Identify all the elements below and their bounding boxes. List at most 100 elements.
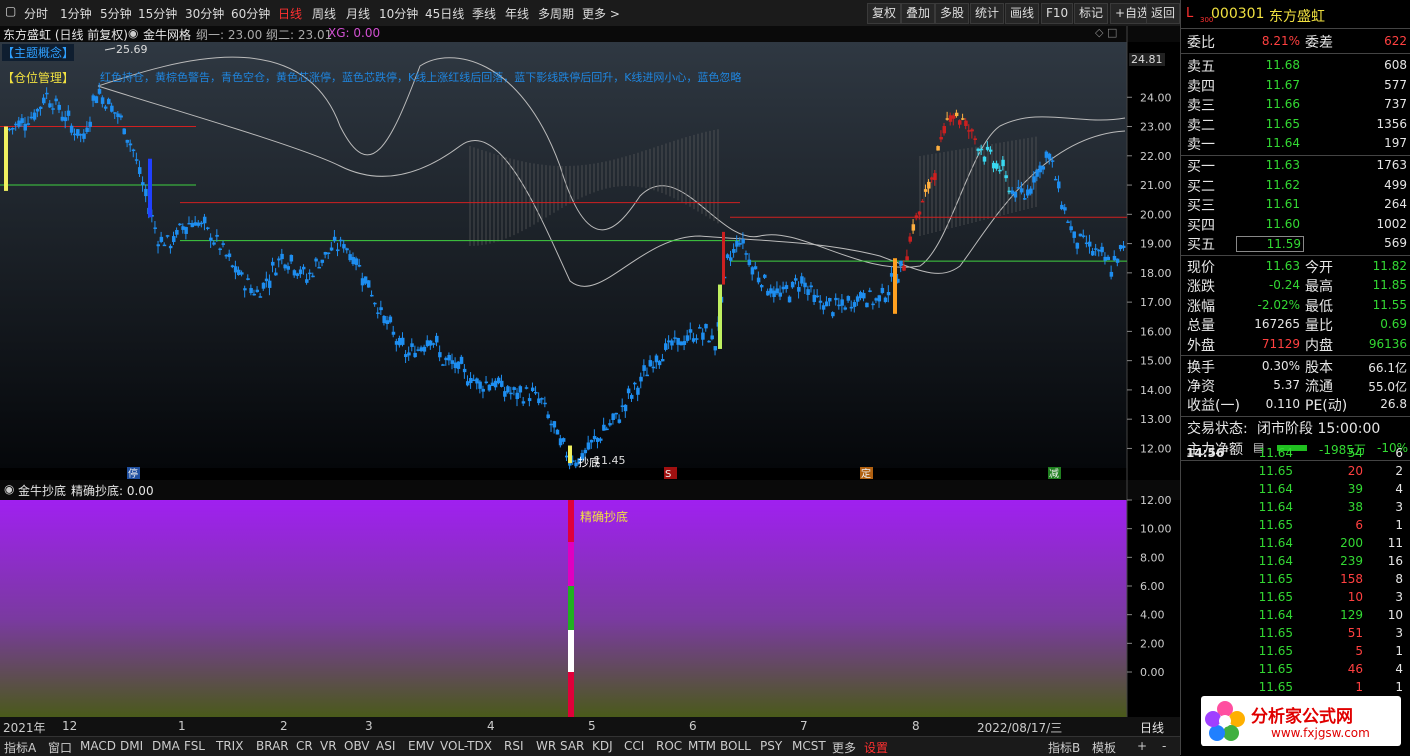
indicator-tab[interactable]: MTM [688,739,716,753]
candle-body [759,285,764,288]
candle-body [592,435,597,440]
indicator-tab[interactable]: CR [296,739,313,753]
price-tick-label: 12.00 [1140,442,1172,455]
period-tab[interactable]: 分时 [24,5,48,22]
signal-bar [568,500,574,717]
quote-label: 现价 [1187,260,1215,276]
candle-body [846,296,851,301]
period-tab[interactable]: 季线 [472,5,496,22]
time-axis-label: 12 [62,719,78,733]
toolbar-button[interactable]: F10 [1041,3,1074,24]
candle-body [954,112,959,117]
candle-body [837,304,841,307]
indicator-tab[interactable]: TRIX [216,739,243,753]
period-tab[interactable]: 日线 [278,5,302,22]
indicator-tab[interactable]: ROC [656,739,682,753]
sub-toggle-icon[interactable]: ◉ [4,482,14,496]
indicator-tab[interactable]: FSL [184,739,205,753]
position-management-tag[interactable]: 【仓位管理】 [2,69,74,86]
menu-icon[interactable]: ▢ [5,4,16,18]
quote-panel: L 300 000301 东方盛虹 委比 8.21% 委差 622 卖五 11.68 608… [1180,0,1410,755]
indicator-tab[interactable]: 设置 [864,739,888,756]
candle-body [911,224,916,231]
candle-body [82,133,86,139]
candle-body [778,292,783,297]
indicator-tab[interactable]: 指标A [4,739,36,756]
indicator-tab[interactable]: CCI [624,739,644,753]
candle-body [964,120,968,126]
tick-volume: 158 [1340,572,1363,586]
toolbar-button[interactable]: 画线 [1005,3,1040,24]
period-tab[interactable]: 5分钟 [100,5,132,22]
period-tab[interactable]: 月线 [346,5,370,22]
candle-body [487,384,492,391]
candle-body [447,355,451,361]
period-tab[interactable]: 30分钟 [185,5,224,22]
period-tab[interactable]: 60分钟 [231,5,270,22]
candle-body [38,106,43,109]
period-label[interactable]: 日线 [1140,719,1164,736]
period-tab[interactable]: 15分钟 [138,5,177,22]
indicator-tab[interactable]: RSI [504,739,524,753]
tick-price: 11.64 [1258,554,1293,568]
period-tab[interactable]: 1分钟 [60,5,92,22]
kline-svg[interactable]: 24.00 23.00 22.00 21.00 20.00 19.00 18.00 17.00… [0,26,1180,480]
indicator-tab[interactable]: VOL-TDX [440,739,492,753]
stock-name[interactable]: 东方盛虹 [1269,6,1325,26]
tick-volume: 239 [1340,554,1363,568]
candle-body [1103,256,1107,261]
candle-body [877,295,882,302]
quote-label: 最高 [1305,279,1333,296]
indicator-tab[interactable]: DMA [152,739,180,753]
candle-body [144,188,148,197]
candle-body [116,113,120,117]
indicator-tab[interactable]: BRAR [256,739,289,753]
indicator-tab-right[interactable]: + [1137,739,1147,753]
toolbar-button[interactable]: 叠加 [901,3,936,24]
price-axis: 24.00 23.00 22.00 21.00 20.00 19.00 18.00 17.00… [1127,91,1172,455]
tick-count: 1 [1395,680,1403,694]
toolbar-button[interactable]: 返回 [1146,3,1181,24]
candle-body [645,374,649,377]
period-tab[interactable]: 周线 [312,5,336,22]
toolbar-button[interactable]: 标记 [1074,3,1109,24]
candle-body [91,95,96,101]
indicator-tab[interactable]: 窗口 [48,739,72,756]
sub-indicator-chart[interactable]: 12.00 10.00 8.00 6.00 4.00 2.00 0.00 ◉ 金牛抄底 精确… [0,480,1180,717]
candle-body [549,423,554,426]
indicator-name[interactable]: 金牛网格 [143,26,191,43]
indicator-tab-right[interactable]: 指标B [1048,739,1080,756]
sub-indicator-name[interactable]: 金牛抄底 [18,482,66,499]
indicator-tab[interactable]: WR [536,739,556,753]
period-tab[interactable]: 10分钟 [379,5,418,22]
period-tab[interactable]: 45日线 [425,5,464,22]
indicator-tab-right[interactable]: - [1162,739,1166,753]
indicator-tab[interactable]: EMV [408,739,434,753]
indicator-toggle-icon[interactable]: ◉ [128,26,138,40]
stock-code[interactable]: 000301 [1211,6,1264,22]
time-axis-label: 1 [178,719,186,733]
chart-option-icons[interactable]: ◇ □ [1095,26,1117,39]
toolbar-button[interactable]: 复权 [867,3,902,24]
period-tab[interactable]: 多周期 [538,5,574,22]
toolbar-button[interactable]: 统计 [970,3,1005,24]
indicator-tab[interactable]: 更多 [832,739,856,756]
indicator-tab[interactable]: BOLL [720,739,751,753]
kline-chart[interactable]: 24.00 23.00 22.00 21.00 20.00 19.00 18.00 17.00… [0,26,1180,480]
indicator-tab[interactable]: DMI [120,739,143,753]
candle-body [1044,151,1049,158]
period-tab[interactable]: 年线 [505,5,529,22]
indicator-tab[interactable]: VR [320,739,337,753]
toolbar-button[interactable]: 多股 [935,3,970,24]
indicator-tab[interactable]: SAR [560,739,584,753]
indicator-tab[interactable]: ASI [376,739,395,753]
candle-body [1115,258,1120,263]
indicator-tab[interactable]: OBV [344,739,370,753]
indicator-tab[interactable]: PSY [760,739,782,753]
theme-concept-tag[interactable]: 【主题概念】 [2,44,75,61]
indicator-tab[interactable]: KDJ [592,739,613,753]
indicator-tab[interactable]: MACD [80,739,116,753]
period-tab[interactable]: 更多 > [582,5,620,22]
indicator-tab[interactable]: MCST [792,739,826,753]
indicator-tab-right[interactable]: 模板 [1092,739,1116,756]
